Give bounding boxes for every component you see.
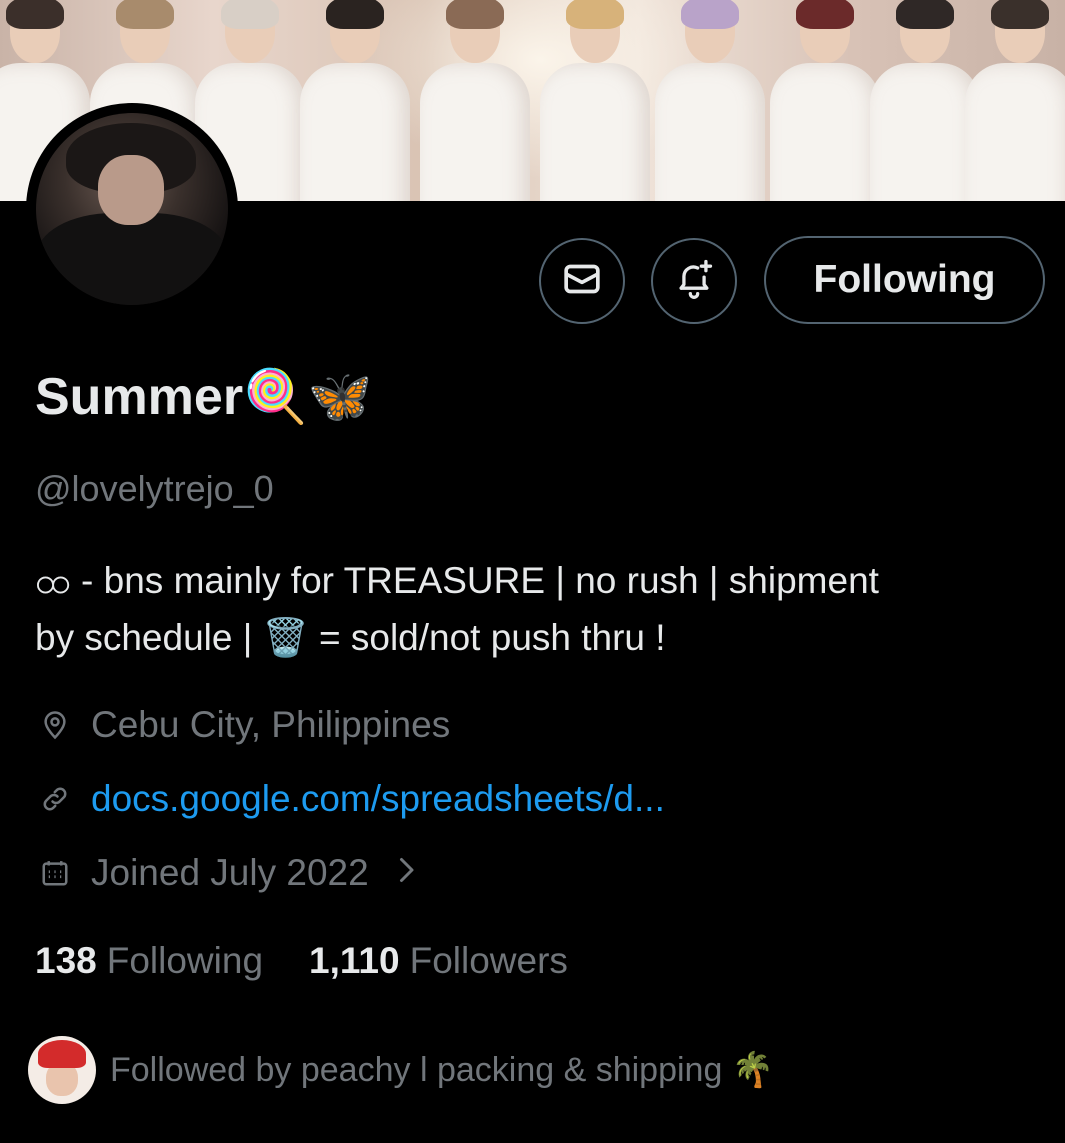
banner-member [420,0,530,201]
link-icon [35,779,75,819]
website-link[interactable]: docs.google.com/spreadsheets/d... [91,778,665,820]
banner-member [965,0,1065,201]
joined-text: Joined July 2022 [91,852,369,893]
calendar-icon [35,853,75,893]
bio-line: ထ - bns mainly for TREASURE | no rush | … [35,560,879,601]
banner-member [540,0,650,201]
profile-bio: ထ - bns mainly for TREASURE | no rush | … [35,552,1035,666]
followers-count: 1,110 [309,940,400,981]
followers-label: Followers [409,940,568,981]
banner-member [655,0,765,201]
username-handle: @lovelytrejo_0 [35,468,274,509]
follow-stats: 138 Following 1,110 Followers [35,940,568,982]
profile-location: Cebu City, Philippines [35,704,450,746]
profile-website[interactable]: docs.google.com/spreadsheets/d... [35,778,665,820]
profile-joined-date[interactable]: Joined July 2022 [35,852,417,894]
banner-member [870,0,980,201]
message-button[interactable] [539,238,625,324]
following-count: 138 [35,940,97,981]
followers-count-link[interactable]: 1,110 Followers [309,940,568,982]
following-button[interactable]: Following [764,236,1045,324]
notifications-button[interactable] [651,238,737,324]
banner-member [770,0,880,201]
avatar-photo [36,113,228,305]
banner-member [300,0,410,201]
followed-by-row[interactable]: Followed by peachy l packing & shipping … [28,1036,774,1104]
display-name: Summer🍭🦋 [35,368,373,426]
following-label: Following [106,940,264,981]
location-text: Cebu City, Philippines [91,704,451,745]
envelope-icon [562,259,602,304]
mutual-follower-avatar[interactable] [28,1036,96,1104]
chevron-right-icon[interactable] [395,852,417,894]
followed-by-text: Followed by peachy l packing & shipping … [110,1051,775,1089]
following-count-link[interactable]: 138 Following [35,940,263,982]
location-pin-icon [35,705,75,745]
bell-plus-icon [672,257,716,306]
profile-avatar[interactable] [26,103,238,315]
bio-line: by schedule | 🗑️ = sold/not push thru ! [35,617,666,658]
